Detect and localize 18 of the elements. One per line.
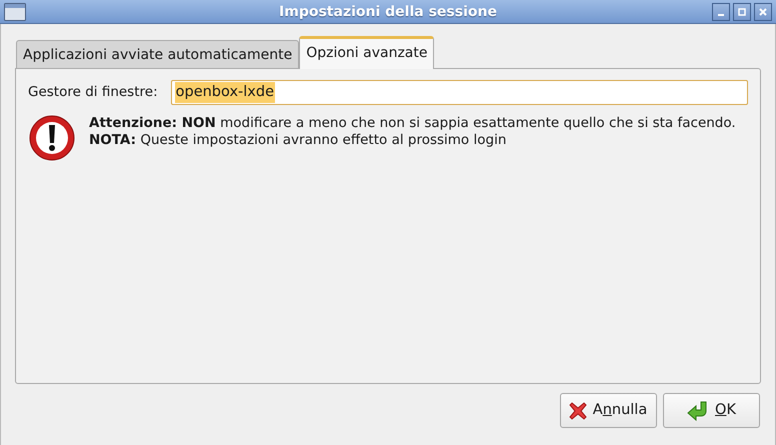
- maximize-icon: [738, 8, 746, 16]
- close-icon: [759, 8, 767, 16]
- return-arrow-icon: [687, 400, 710, 420]
- field-label: Gestore di finestre:: [28, 83, 158, 102]
- warning-text: Attenzione: NON modificare a meno che non si sappia esattamente quello che si sta facendo.: [89, 114, 736, 132]
- maximize-button[interactable]: [733, 3, 751, 21]
- tab[interactable]: Applicazioni avviate automaticamente: [16, 40, 300, 68]
- minimize-button[interactable]: [712, 3, 730, 21]
- input-field[interactable]: openbox-lxde: [170, 80, 748, 105]
- tab[interactable]: Opzioni avanzate: [299, 36, 434, 69]
- close-button[interactable]: [754, 3, 772, 21]
- warning-text: NOTA: Queste impostazioni avranno effetto al prossimo login: [89, 132, 508, 149]
- warning-icon: [28, 114, 76, 162]
- cancel-button[interactable]: Annulla: [560, 393, 656, 428]
- window-title: Impostazioni della sessione: [279, 4, 497, 20]
- cross-icon: [568, 402, 587, 420]
- ok-button[interactable]: OK: [663, 393, 760, 428]
- window-icon: [4, 3, 26, 21]
